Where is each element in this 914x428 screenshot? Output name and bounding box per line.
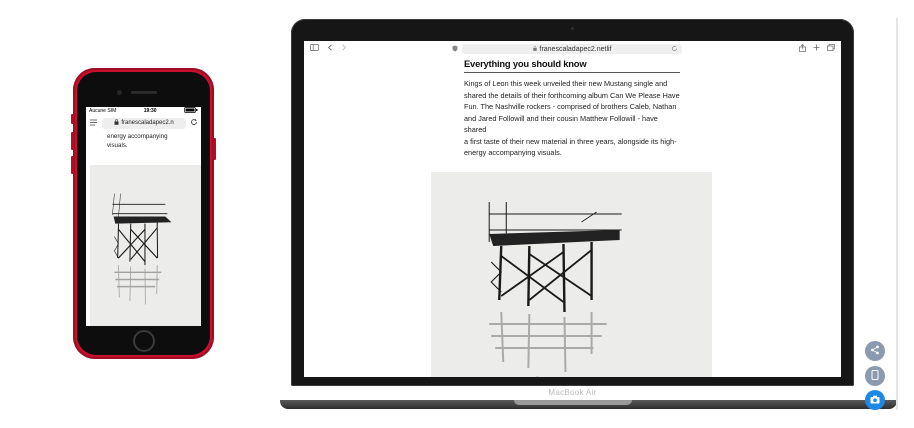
page-divider (896, 18, 898, 410)
battery-icon (184, 107, 198, 115)
new-tab-icon[interactable] (813, 44, 820, 54)
browser-toolbar: franescaladapec2.netlif (304, 41, 841, 56)
laptop-brand-label: MacBook Air (548, 388, 597, 397)
tabs-overview-icon[interactable] (827, 44, 835, 54)
phone-volume-down-button (71, 156, 74, 174)
privacy-shield-icon[interactable] (452, 45, 458, 54)
camera-icon (870, 391, 880, 409)
forward-icon[interactable] (341, 44, 347, 53)
laptop-screen: franescaladapec2.netlif Everything you s… (304, 41, 841, 377)
phone-address-bar: franescaladapec2.n (89, 116, 198, 130)
phone-speaker (131, 91, 157, 94)
article: Everything you should know Kings of Leon… (464, 58, 680, 159)
article-title: Everything you should know (464, 58, 680, 73)
article-line: and Jared Followill and their cousin Mat… (464, 113, 658, 135)
phone-article-text: energy accompanying visuals. (86, 131, 201, 150)
phone-home-button (133, 330, 155, 352)
pier-photo (90, 165, 201, 326)
lock-icon (532, 45, 537, 53)
share-button[interactable] (865, 341, 885, 361)
laptop-base-notch (514, 400, 632, 405)
reader-icon[interactable] (89, 119, 98, 128)
phone-volume-up-button (71, 132, 74, 150)
phone-power-button (213, 138, 216, 160)
back-icon[interactable] (327, 44, 333, 53)
phone-text-line: visuals. (107, 141, 128, 149)
sidebar-icon[interactable] (310, 44, 319, 53)
phone-url-text: franescaladapec2.n (121, 120, 174, 126)
phone-frame: Aucune SIM 19:30 franescaladapec2.n ener… (71, 68, 216, 359)
phone-bezel: Aucune SIM 19:30 franescaladapec2.n ener… (77, 72, 210, 355)
article-body: Kings of Leon this week unveiled their n… (464, 78, 680, 159)
pier-photo (431, 172, 712, 377)
phone-text-line: energy accompanying (107, 133, 168, 140)
reload-icon[interactable] (671, 45, 678, 54)
phone-camera (117, 90, 122, 95)
phone-screen: Aucune SIM 19:30 franescaladapec2.n ener… (86, 107, 201, 326)
phone-mute-switch (71, 114, 74, 124)
laptop-camera (571, 27, 574, 30)
article-line: a first taste of their new material in t… (464, 136, 677, 146)
reload-icon[interactable] (190, 118, 198, 128)
article-line: Fun. The Nashville rockers - comprised o… (464, 102, 677, 111)
browser-url-text: franescaladapec2.netlif (539, 45, 612, 53)
phone-time: 19:30 (143, 108, 157, 114)
phone-status-bar: Aucune SIM 19:30 (86, 107, 201, 115)
browser-toolbar-actions (799, 44, 835, 54)
phone-carrier: Aucune SIM (89, 108, 117, 114)
phone-url-field[interactable]: franescaladapec2.n (102, 117, 186, 129)
device-toggle-button[interactable] (865, 366, 885, 386)
browser-url-field[interactable]: franescaladapec2.netlif (462, 44, 682, 54)
laptop-lid: franescaladapec2.netlif Everything you s… (291, 19, 854, 397)
lock-icon (114, 119, 119, 127)
share-icon[interactable] (799, 44, 806, 54)
mobile-device-icon (871, 367, 879, 385)
share-icon (870, 342, 880, 360)
device-preview-stage: Aucune SIM 19:30 franescaladapec2.n ener… (0, 0, 914, 428)
screenshot-button[interactable] (865, 390, 885, 410)
article-line: shared the details of their forthcoming … (464, 90, 680, 100)
article-line: energy accompanying visuals. (464, 148, 562, 157)
article-line: Kings of Leon this week unveiled their n… (464, 79, 668, 88)
